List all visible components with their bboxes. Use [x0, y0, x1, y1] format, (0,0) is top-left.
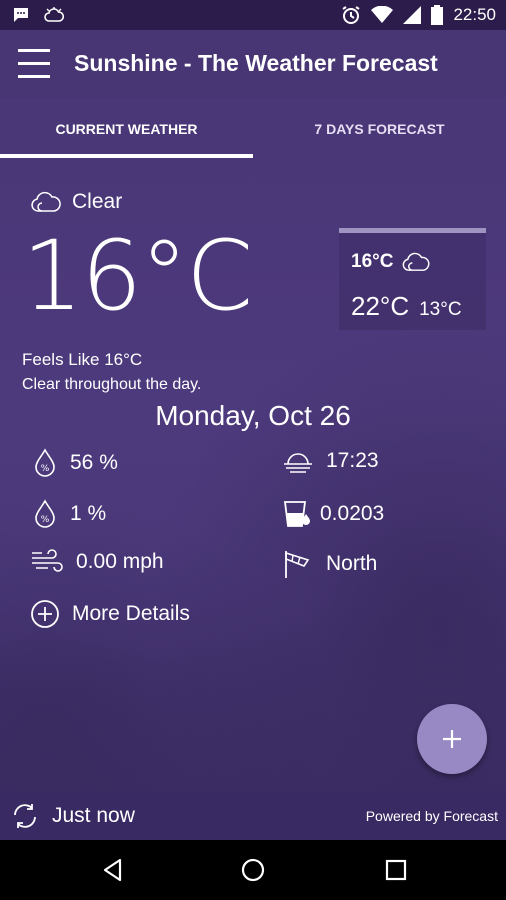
alarm-icon [342, 6, 361, 24]
humidity-icon: % [35, 448, 55, 477]
current-weather-panel[interactable]: Clear 16°C 16°C 22°C 13°C Feels Like 16°… [0, 158, 506, 792]
message-icon [14, 8, 28, 22]
feels-like: Feels Like 16°C [22, 350, 143, 369]
tab-7-days-forecast[interactable]: 7 DAYS FORECAST [253, 98, 506, 158]
temp-low: 13°C [419, 299, 462, 320]
refresh-icon [14, 804, 36, 828]
humidity-value: 56 % [70, 451, 118, 474]
precip-probability: % 1 % [32, 499, 106, 529]
windsock-icon [285, 551, 310, 578]
humidity: % 56 % [32, 448, 118, 478]
app-title: Sunshine - The Weather Forecast [74, 50, 438, 76]
temperature-range-card: 16°C 22°C 13°C [339, 228, 486, 330]
tab-current-weather[interactable]: CURRENT WEATHER [0, 98, 253, 158]
refresh-label: Just now [52, 804, 135, 827]
add-location-button[interactable] [417, 704, 487, 774]
app-bar: Sunshine - The Weather Forecast [0, 30, 506, 98]
precipitation-icon: % [35, 499, 55, 528]
precip-intensity-value: 0.0203 [320, 502, 385, 525]
cloud-icon [403, 252, 430, 271]
precip-intensity: 0.0203 [282, 499, 384, 529]
signal-icon [403, 6, 422, 24]
battery-icon [431, 5, 444, 25]
sunset-icon [284, 453, 312, 473]
refresh-button[interactable]: Just now [10, 802, 135, 830]
system-nav-bar [0, 840, 506, 900]
powered-by[interactable]: Powered by Forecast [366, 808, 498, 824]
temp-high: 22°C [351, 291, 410, 321]
date-label: Monday, Oct 26 [155, 400, 351, 431]
condition-label: Clear [72, 190, 123, 213]
wind-direction-value: North [326, 552, 378, 575]
weather-alert-icon [44, 7, 64, 22]
tab-bar: CURRENT WEATHER 7 DAYS FORECAST [0, 98, 506, 158]
menu-icon[interactable] [18, 49, 50, 79]
svg-text:%: % [41, 515, 50, 525]
wind-speed: 0.00 mph [30, 549, 164, 575]
more-details-label: More Details [72, 602, 190, 625]
minmax-current: 16°C [351, 251, 394, 272]
svg-text:%: % [41, 464, 50, 474]
recents-icon[interactable] [383, 857, 409, 883]
rain-gauge-icon [283, 501, 310, 527]
add-circle-icon [31, 600, 59, 628]
sunset-value: 17:23 [326, 449, 379, 472]
back-icon[interactable] [100, 857, 126, 883]
plus-icon [443, 730, 461, 748]
status-bar: 22:50 [0, 0, 506, 30]
cloud-icon [31, 191, 61, 212]
wifi-icon [371, 6, 394, 23]
wind-direction: North [282, 549, 377, 579]
more-details-button[interactable]: More Details [30, 599, 190, 629]
status-time: 22:50 [453, 5, 496, 24]
current-temperature: 16°C [22, 220, 253, 332]
weather-summary: Clear throughout the day. [22, 376, 202, 393]
footer: Just now Powered by Forecast [0, 792, 506, 840]
precip-probability-value: 1 % [70, 502, 107, 525]
wind-icon [32, 549, 63, 572]
wind-speed-value: 0.00 mph [76, 550, 164, 573]
sunset: 17:23 [282, 448, 379, 474]
condition: Clear [30, 190, 122, 214]
home-icon[interactable] [240, 857, 266, 883]
